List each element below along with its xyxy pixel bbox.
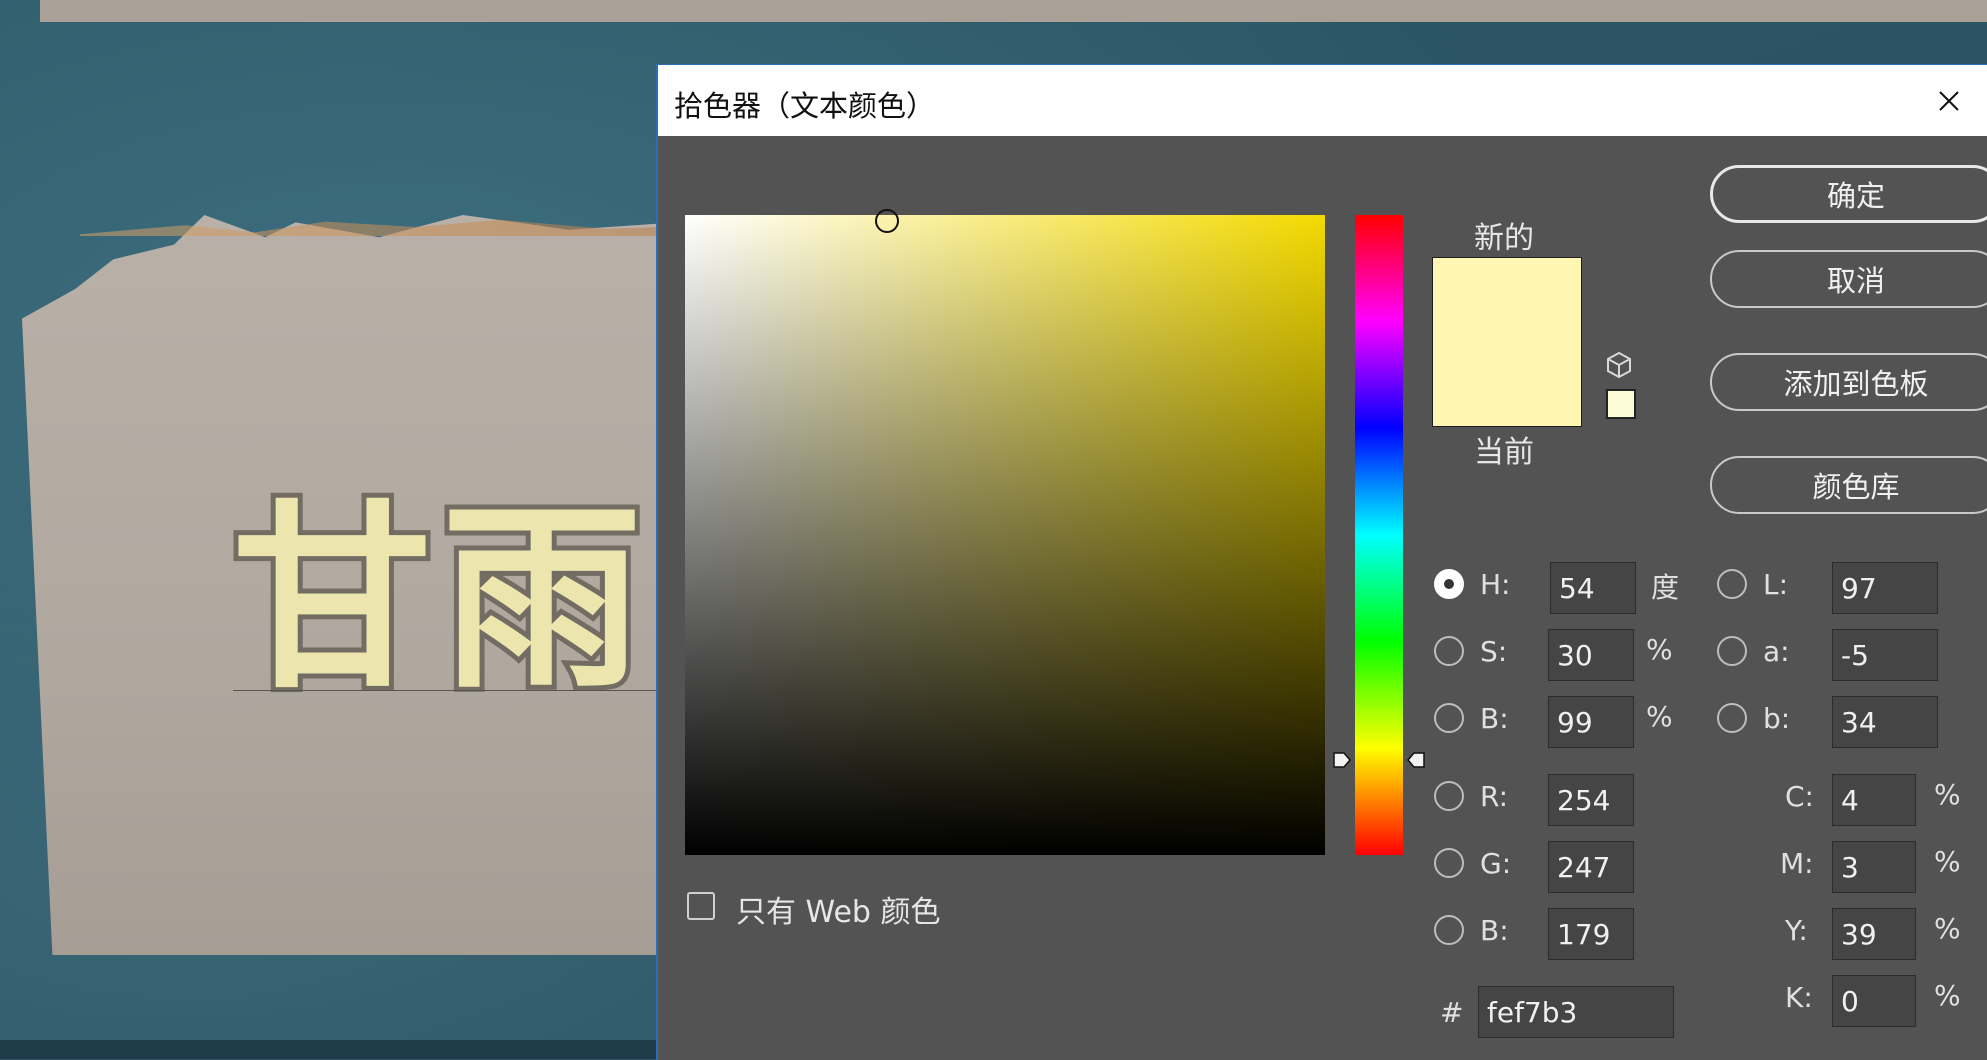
radio-b-channel[interactable]	[1717, 703, 1747, 733]
hue-slider-left-arrow-icon[interactable]	[1332, 750, 1352, 770]
label-brightness: B:	[1480, 702, 1509, 735]
unit-percent-s: %	[1646, 633, 1673, 666]
label-saturation: S:	[1480, 635, 1508, 668]
brightness-input[interactable]: 99	[1548, 696, 1634, 748]
radio-green[interactable]	[1434, 848, 1464, 878]
label-cyan: C:	[1785, 780, 1814, 813]
label-lightness: L:	[1763, 568, 1789, 601]
yellow-input[interactable]: 39	[1832, 908, 1916, 960]
cancel-button[interactable]: 取消	[1710, 250, 1987, 308]
saturation-brightness-field[interactable]	[685, 209, 1325, 855]
hue-slider-right-arrow-icon[interactable]	[1406, 750, 1426, 770]
canvas-text-layer: 甘雨	[227, 483, 653, 716]
radio-a-channel[interactable]	[1717, 636, 1747, 666]
label-hue: H:	[1480, 568, 1511, 601]
new-color-label: 新的	[1474, 221, 1534, 256]
hex-input[interactable]: fef7b3	[1478, 986, 1674, 1038]
radio-lightness[interactable]	[1717, 569, 1747, 599]
magenta-input[interactable]: 3	[1832, 841, 1916, 893]
red-input[interactable]: 254	[1548, 774, 1634, 826]
current-color-label: 当前	[1474, 435, 1534, 470]
new-current-color-swatch	[1432, 257, 1582, 427]
label-yellow: Y:	[1785, 914, 1808, 947]
unit-percent-y: %	[1934, 912, 1961, 945]
radio-blue[interactable]	[1434, 915, 1464, 945]
label-blue: B:	[1480, 914, 1509, 947]
a-channel-input[interactable]: -5	[1832, 629, 1938, 681]
label-red: R:	[1480, 780, 1509, 813]
unit-percent-c: %	[1934, 778, 1961, 811]
dialog-title: 拾色器（文本颜色）	[674, 89, 936, 123]
label-green: G:	[1480, 847, 1512, 880]
unit-percent-m: %	[1934, 845, 1961, 878]
only-web-colors-label: 只有 Web 颜色	[736, 895, 941, 930]
lightness-input[interactable]: 97	[1832, 562, 1938, 614]
color-picker-dialog: 拾色器（文本颜色） 新的 当前 确定 取消 添加到色板 颜色库 H: 54 度 …	[656, 64, 1987, 1060]
unit-percent-b: %	[1646, 700, 1673, 733]
color-field-cursor[interactable]	[875, 209, 899, 233]
add-to-swatches-button[interactable]: 添加到色板	[1710, 353, 1987, 411]
dialog-titlebar: 拾色器（文本颜色）	[658, 65, 1987, 136]
text-baseline	[233, 690, 663, 691]
hue-slider[interactable]	[1355, 215, 1403, 855]
unit-degree: 度	[1651, 571, 1680, 604]
color-libraries-button[interactable]: 颜色库	[1710, 456, 1987, 514]
only-web-colors-checkbox[interactable]	[687, 892, 715, 920]
black-input[interactable]: 0	[1832, 975, 1916, 1027]
radio-hue[interactable]	[1434, 569, 1464, 599]
b-channel-input[interactable]: 34	[1832, 696, 1938, 748]
radio-red[interactable]	[1434, 781, 1464, 811]
close-icon	[1939, 91, 1959, 111]
close-button[interactable]	[1929, 81, 1969, 121]
web-safe-color-swatch[interactable]	[1606, 389, 1636, 419]
saturation-input[interactable]: 30	[1548, 629, 1634, 681]
label-hex: #	[1440, 996, 1464, 1029]
green-input[interactable]: 247	[1548, 841, 1634, 893]
radio-brightness[interactable]	[1434, 703, 1464, 733]
radio-saturation[interactable]	[1434, 636, 1464, 666]
unit-percent-k: %	[1934, 979, 1961, 1012]
cube-icon[interactable]	[1604, 350, 1634, 380]
label-b-channel: b:	[1763, 702, 1791, 735]
ok-button[interactable]: 确定	[1710, 165, 1987, 223]
cyan-input[interactable]: 4	[1832, 774, 1916, 826]
blue-input[interactable]: 179	[1548, 908, 1634, 960]
label-a-channel: a:	[1763, 635, 1790, 668]
label-black: K:	[1785, 981, 1813, 1014]
label-magenta: M:	[1780, 847, 1814, 880]
canvas-top-strip	[40, 0, 1987, 22]
hue-input[interactable]: 54	[1550, 562, 1636, 614]
